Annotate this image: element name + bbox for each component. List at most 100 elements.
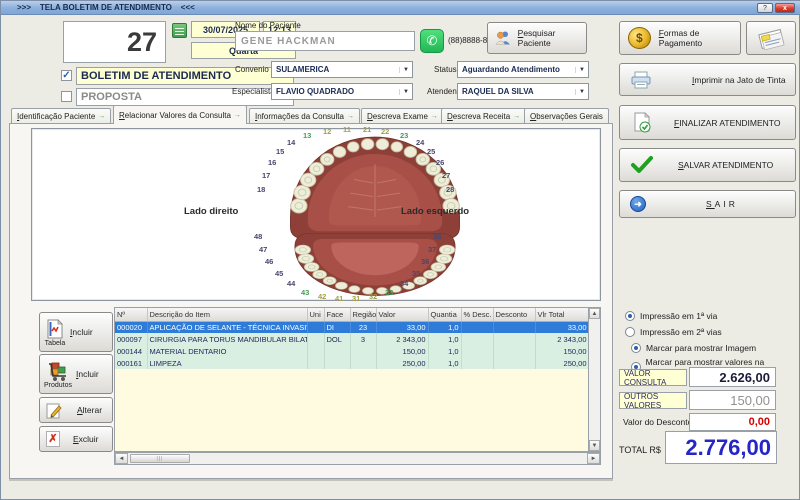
total-label: TOTAL R$ xyxy=(619,445,661,455)
tooth-number[interactable]: 31 xyxy=(352,294,360,303)
tooth-number[interactable]: 45 xyxy=(275,269,283,278)
col-numero[interactable]: Nº xyxy=(115,308,147,321)
alterar-button[interactable]: Alterar xyxy=(39,397,113,423)
tooth-number[interactable]: 26 xyxy=(436,158,444,167)
help-button[interactable]: ? xyxy=(757,3,773,13)
items-grid: Nº Descrição do Item Uni Face Região Val… xyxy=(114,307,588,452)
tooth-number[interactable]: 25 xyxy=(427,147,435,156)
tooth-number[interactable]: 37 xyxy=(428,245,436,254)
grid-header-row: Nº Descrição do Item Uni Face Região Val… xyxy=(115,308,589,321)
tooth-number[interactable]: 48 xyxy=(254,232,262,241)
tooth-number[interactable]: 33 xyxy=(385,288,393,297)
tooth-number[interactable]: 22 xyxy=(381,127,389,136)
radio-mostrar-imagem[interactable]: Marcar para mostrar Imagem xyxy=(631,343,756,353)
status-select[interactable]: Aguardando Atendimento ▼ xyxy=(457,61,589,78)
col-face[interactable]: Face xyxy=(324,308,350,321)
tooth-number[interactable]: 42 xyxy=(318,292,326,301)
col-pdesc[interactable]: % Desc. xyxy=(461,308,493,321)
radio-impressao-2vias[interactable]: Impressão em 2ª vias xyxy=(625,327,722,337)
tooth-number[interactable]: 15 xyxy=(276,147,284,156)
incluir-tabela-button[interactable]: Tabela Incluir xyxy=(39,312,113,352)
tooth-number[interactable]: 12 xyxy=(323,127,331,136)
sair-button[interactable]: ➜ SAIR xyxy=(619,190,796,218)
attendance-number-field[interactable]: 27 xyxy=(63,21,166,63)
tooth-number[interactable]: 47 xyxy=(259,245,267,254)
col-descricao[interactable]: Descrição do Item xyxy=(147,308,307,321)
tooth-number[interactable]: 18 xyxy=(257,185,265,194)
incluir-produtos-button[interactable]: Produtos Incluir xyxy=(39,354,113,394)
tab-relacionar-valores[interactable]: Relacionar Valores da Consulta→ xyxy=(113,105,247,124)
grid-vertical-scrollbar[interactable]: ▲ ▼ xyxy=(588,307,601,452)
table-row[interactable]: 000097CIRURGIA PARA TORUS MANDIBULAR BIL… xyxy=(115,333,589,345)
table-row[interactable]: 000020APLICAÇÃO DE SELANTE - TÉCNICA INV… xyxy=(115,321,589,333)
tab-informacoes-consulta[interactable]: Informações da Consulta→ xyxy=(249,108,360,124)
tab-descreva-exame[interactable]: Descreva Exame→ xyxy=(361,108,444,124)
tab-descreva-receita[interactable]: Descreva Receita→ xyxy=(441,108,526,124)
boletim-checkbox[interactable]: ✓ xyxy=(61,70,72,81)
pesquisar-paciente-label: Pesquisar Paciente xyxy=(518,28,586,48)
tooth-number[interactable]: 14 xyxy=(287,138,295,147)
pesquisar-paciente-button[interactable]: Pesquisar Paciente xyxy=(487,22,587,54)
tooth-number[interactable]: 27 xyxy=(442,171,450,180)
col-uni[interactable]: Uni xyxy=(307,308,324,321)
finalizar-label: FINALIZAR ATENDIMENTO xyxy=(674,118,780,128)
grid-horizontal-scrollbar[interactable]: ◄ ||| ► xyxy=(114,452,601,465)
col-vlrtotal[interactable]: Vlr Total xyxy=(535,308,589,321)
col-desconto[interactable]: Desconto xyxy=(493,308,535,321)
tooth-number[interactable]: 32 xyxy=(369,292,377,301)
scroll-left-icon[interactable]: ◄ xyxy=(115,453,128,464)
tooth-number[interactable]: 16 xyxy=(268,158,276,167)
calendar-icon[interactable] xyxy=(172,23,187,38)
tooth-number[interactable]: 41 xyxy=(335,294,343,303)
whatsapp-icon[interactable]: ✆ xyxy=(420,29,444,53)
salvar-atendimento-button[interactable]: SALVAR ATENDIMENTO xyxy=(619,148,796,182)
app-window: >>> TELA BOLETIM DE ATENDIMENTO <<< ? x … xyxy=(0,0,800,500)
tab-identificacao-paciente[interactable]: Identificação Paciente→ xyxy=(11,108,111,124)
upper-arch-image[interactable] xyxy=(279,132,471,244)
tooth-number[interactable]: 11 xyxy=(343,125,351,134)
scroll-right-icon[interactable]: ► xyxy=(587,453,600,464)
patient-name-input[interactable]: GENE HACKMAN xyxy=(235,31,415,51)
tooth-number[interactable]: 34 xyxy=(400,279,408,288)
imprimir-button[interactable]: Imprimir na Jato de Tinta xyxy=(619,63,796,96)
table-row[interactable]: 000161LIMPEZA 250,00 1,0 250,00 xyxy=(115,357,589,369)
tooth-number[interactable]: 21 xyxy=(363,125,371,134)
tooth-number[interactable]: 23 xyxy=(400,131,408,140)
excluir-label: Excluir xyxy=(73,434,99,444)
tooth-number[interactable]: 28 xyxy=(446,185,454,194)
tooth-number[interactable]: 38 xyxy=(433,232,441,241)
scroll-down-icon[interactable]: ▼ xyxy=(589,440,600,451)
radio-impressao-1via[interactable]: Impressão em 1ª via xyxy=(625,311,717,321)
tooth-number[interactable]: 46 xyxy=(265,257,273,266)
finalizar-atendimento-button[interactable]: FINALIZAR ATENDIMENTO xyxy=(619,105,796,140)
close-button[interactable]: x xyxy=(775,3,795,13)
tooth-number[interactable]: 36 xyxy=(421,257,429,266)
table-row[interactable]: 000144MATERIAL DENTARIO 150,00 1,0 150,0… xyxy=(115,345,589,357)
atendente-select[interactable]: RAQUEL DA SILVA ▼ xyxy=(457,83,589,100)
proposta-checkbox[interactable] xyxy=(61,91,72,102)
tooth-number[interactable]: 44 xyxy=(287,279,295,288)
printer-icon xyxy=(630,70,652,90)
col-regiao[interactable]: Região xyxy=(350,308,376,321)
tooth-number[interactable]: 35 xyxy=(412,269,420,278)
col-valor[interactable]: Valor xyxy=(376,308,428,321)
tab-observacoes-gerais[interactable]: Observações Gerais xyxy=(524,108,609,124)
formas-pagamento-button[interactable]: $ Formas de Pagamento xyxy=(619,21,741,55)
desconto-value[interactable]: 0,00 xyxy=(689,413,776,431)
tooth-number[interactable]: 43 xyxy=(301,288,309,297)
scroll-up-icon[interactable]: ▲ xyxy=(589,308,600,319)
side-left-label: Lado esquerdo xyxy=(401,206,469,217)
tooth-number[interactable]: 24 xyxy=(416,138,424,147)
produtos-caption: Produtos xyxy=(44,382,72,389)
people-icon xyxy=(494,29,513,47)
radio-icon xyxy=(625,327,635,337)
recibo-button[interactable] xyxy=(746,21,796,55)
excluir-button[interactable]: ✗ Excluir xyxy=(39,426,113,452)
scrollbar-thumb[interactable]: ||| xyxy=(130,454,190,463)
especialista-select[interactable]: FLAVIO QUADRADO ▼ xyxy=(271,83,413,100)
tooth-number[interactable]: 13 xyxy=(303,131,311,140)
convenio-select[interactable]: SULAMERICA ▼ xyxy=(271,61,413,78)
col-quantia[interactable]: Quantia xyxy=(428,308,461,321)
coin-icon: $ xyxy=(628,27,651,49)
tooth-number[interactable]: 17 xyxy=(262,171,270,180)
